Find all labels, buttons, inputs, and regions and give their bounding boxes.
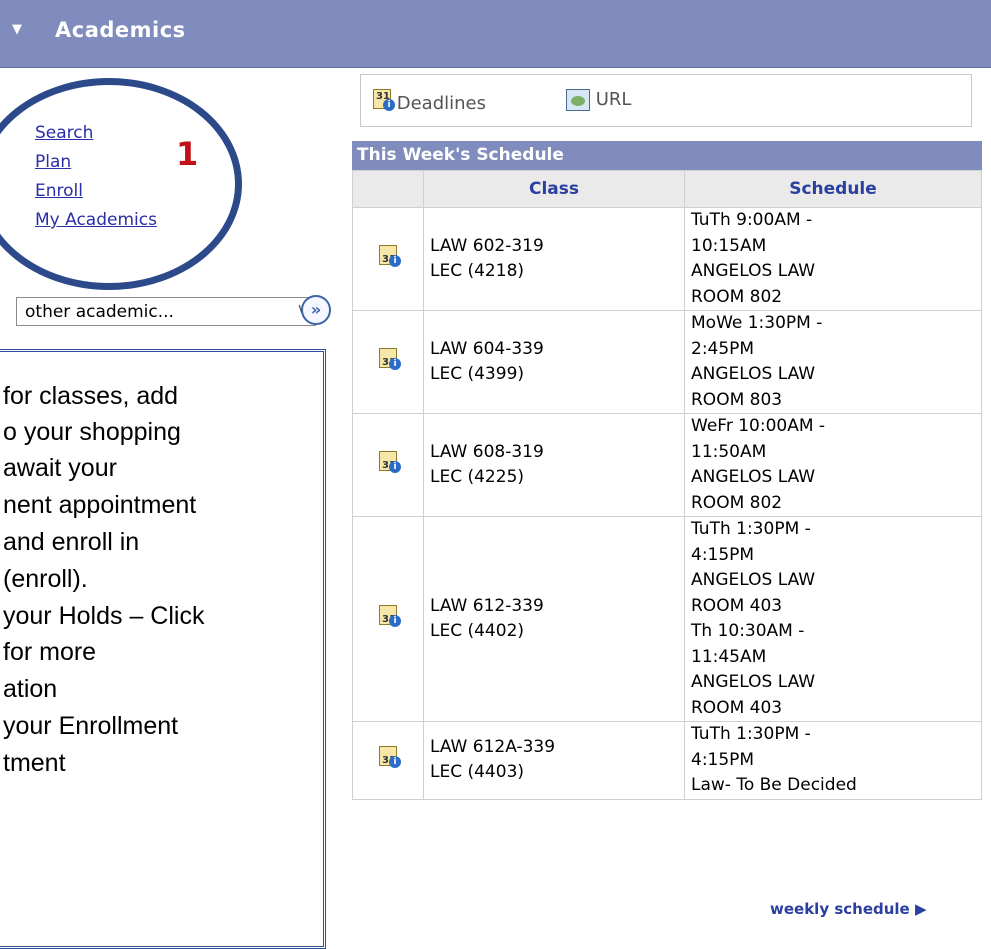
schedule-line: ANGELOS LAW [691,570,816,590]
class-cell: LAW 604-339 LEC (4399) [423,310,685,414]
class-code: LAW 612A-339 [430,736,556,757]
schedule-line: ANGELOS LAW [691,364,816,384]
callout-line: tment [3,749,66,777]
url-icon [566,89,590,111]
class-section: LEC (4218) [430,261,525,281]
callout-line: and enroll in [3,528,140,556]
class-code: LAW 612-339 [430,595,544,616]
calendar-info-icon: 31i [379,450,401,473]
schedule-cell: TuTh 1:30PM - 4:15PM ANGELOS LAW ROOM 403 Th… [684,516,982,722]
table-row: 31i LAW 604-339 LEC (4399) MoWe 1:30PM - 2… [352,310,982,414]
arrow-right-icon: ▶ [914,900,927,918]
callout-line: for classes, add [3,382,179,410]
callout-line: your Holds – Click [3,602,205,630]
class-column-header: Class [423,170,685,208]
schedule-line: 11:45AM [691,646,767,667]
weekly-schedule-link[interactable]: weekly schedule ▶ [770,900,927,918]
schedule-line: Law- To Be Decided [691,775,857,795]
callout-line: ation [3,675,58,703]
calendar-info-icon: 31i [379,604,401,627]
class-details-button[interactable]: 31i [352,207,424,311]
schedule-table: Class Schedule 31i LAW 602-319 LEC (4218)… [352,170,982,800]
other-academic-select[interactable]: other academic... ∨ [16,297,316,326]
calendar-info-icon: 31i [373,89,395,111]
class-cell: LAW 608-319 LEC (4225) [423,413,685,517]
deadlines-button[interactable]: 31 i Deadlines [373,89,486,114]
page-title: Academics [55,18,186,42]
instruction-callout: for classes, add o your shopping await y… [0,349,326,949]
class-code: LAW 602-319 [430,235,544,256]
schedule-line: ANGELOS LAW [691,672,816,692]
schedule-line: 2:45PM [691,338,755,359]
nav-search-link[interactable]: Search [35,123,93,143]
schedule-column-header: Schedule [684,170,982,208]
class-details-button[interactable]: 31i [352,516,424,722]
schedule-line: TuTh 9:00AM - [691,210,813,230]
callout-line: (enroll). [3,565,88,593]
schedule-line: ANGELOS LAW [691,467,816,487]
schedule-line: ROOM 802 [691,286,783,307]
callout-line: for more [3,638,97,666]
schedule-title: This Week's Schedule [352,141,982,170]
schedule-cell: TuTh 1:30PM - 4:15PM Law- To Be Decided [684,721,982,800]
schedule-line: 4:15PM [691,749,755,770]
select-value: other academic... [25,302,174,322]
calendar-info-icon: 31i [379,347,401,370]
calendar-info-icon: 31i [379,244,401,267]
annotation-number: 1 [176,135,199,173]
schedule-line: TuTh 1:30PM - [691,519,811,539]
class-section: LEC (4403) [430,762,525,783]
url-button[interactable]: URL [566,89,631,111]
schedule-toolbar: 31 i Deadlines URL [360,74,972,127]
callout-line: o your shopping [3,418,181,446]
schedule-line: ROOM 803 [691,389,783,410]
table-header-row: Class Schedule [352,170,982,208]
class-details-button[interactable]: 31i [352,310,424,414]
schedule-line: 4:15PM [691,544,755,565]
class-cell: LAW 602-319 LEC (4218) [423,207,685,311]
table-row: 31i LAW 612A-339 LEC (4403) TuTh 1:30PM -… [352,721,982,800]
schedule-cell: MoWe 1:30PM - 2:45PM ANGELOS LAW ROOM 803 [684,310,982,414]
schedule-cell: WeFr 10:00AM - 11:50AM ANGELOS LAW ROOM 802 [684,413,982,517]
class-section: LEC (4225) [430,467,525,487]
weekly-schedule-label: weekly schedule [770,900,910,918]
icon-column-header [352,170,424,208]
table-row: 31i LAW 602-319 LEC (4218) TuTh 9:00AM - 1… [352,207,982,311]
class-details-button[interactable]: 31i [352,413,424,517]
class-section: LEC (4399) [430,364,525,384]
schedule-line: WeFr 10:00AM - [691,416,826,436]
schedule-line: ROOM 403 [691,595,783,616]
schedule-line: ROOM 802 [691,492,783,513]
class-code: LAW 608-319 [430,441,544,462]
table-row: 31i LAW 608-319 LEC (4225) WeFr 10:00AM -… [352,413,982,517]
schedule-line: Th 10:30AM - [691,621,805,641]
table-row: 31i LAW 612-339 LEC (4402) TuTh 1:30PM - 4… [352,516,982,722]
academics-header[interactable]: ▼ Academics [0,0,991,68]
deadlines-label: Deadlines [396,93,486,114]
collapse-triangle-icon[interactable]: ▼ [12,22,22,37]
url-label: URL [595,89,632,110]
schedule-cell: TuTh 9:00AM - 10:15AM ANGELOS LAW ROOM 802 [684,207,982,311]
nav-enroll-link[interactable]: Enroll [35,181,83,201]
nav-my-academics-link[interactable]: My Academics [35,210,157,230]
calendar-info-icon: 31i [379,746,401,768]
callout-line: nent appointment [3,491,197,519]
schedule-line: 11:50AM [691,441,767,462]
nav-plan-link[interactable]: Plan [35,152,71,172]
class-cell: LAW 612A-339 LEC (4403) [423,721,685,800]
schedule-line: MoWe 1:30PM - [691,313,823,333]
callout-line: your Enrollment [3,712,179,740]
class-cell: LAW 612-339 LEC (4402) [423,516,685,722]
class-code: LAW 604-339 [430,338,544,359]
go-button[interactable]: » [301,295,331,325]
schedule-line: ANGELOS LAW [691,261,816,281]
schedule-line: 10:15AM [691,235,767,256]
schedule-line: TuTh 1:30PM - [691,724,811,744]
callout-line: await your [3,454,117,482]
class-section: LEC (4402) [430,621,525,641]
schedule-line: ROOM 403 [691,697,783,718]
class-details-button[interactable]: 31i [352,721,424,800]
